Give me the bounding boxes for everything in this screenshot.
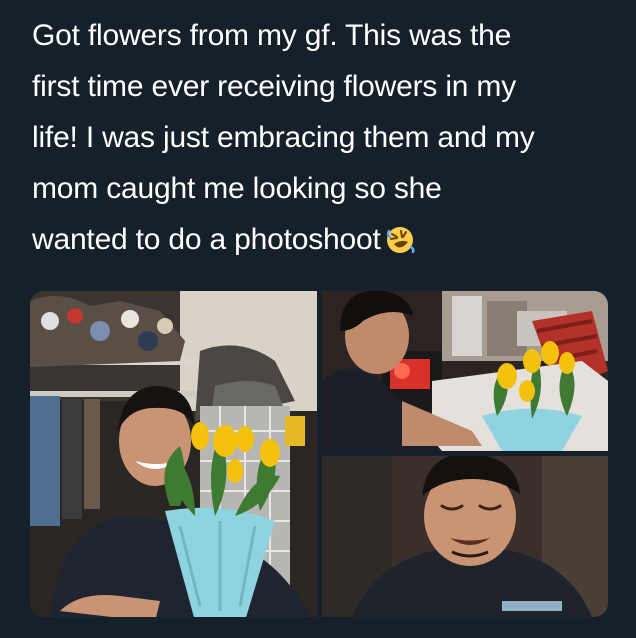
photo-looking-at-tulips[interactable]	[322, 291, 608, 451]
tweet-text-line: Got flowers from my gf. This was the	[32, 19, 512, 52]
tweet-text-line: wanted to do a photoshoot	[32, 223, 381, 256]
tweet-text-line: mom caught me looking so she	[32, 172, 442, 205]
media-grid[interactable]	[30, 291, 608, 617]
tweet-text-line: life! I was just embracing them and my	[32, 121, 535, 154]
photo-smiling-down[interactable]	[322, 456, 608, 617]
tweet-text: Got flowers from my gf. This was the fir…	[32, 10, 622, 271]
tweet-text-last-line: wanted to do a photoshoot	[32, 214, 622, 271]
tweet-text-line: first time ever receiving flowers in my	[32, 70, 516, 103]
rolling-on-floor-laughing-emoji-icon	[385, 220, 415, 271]
photo-holding-tulips[interactable]	[30, 291, 317, 617]
